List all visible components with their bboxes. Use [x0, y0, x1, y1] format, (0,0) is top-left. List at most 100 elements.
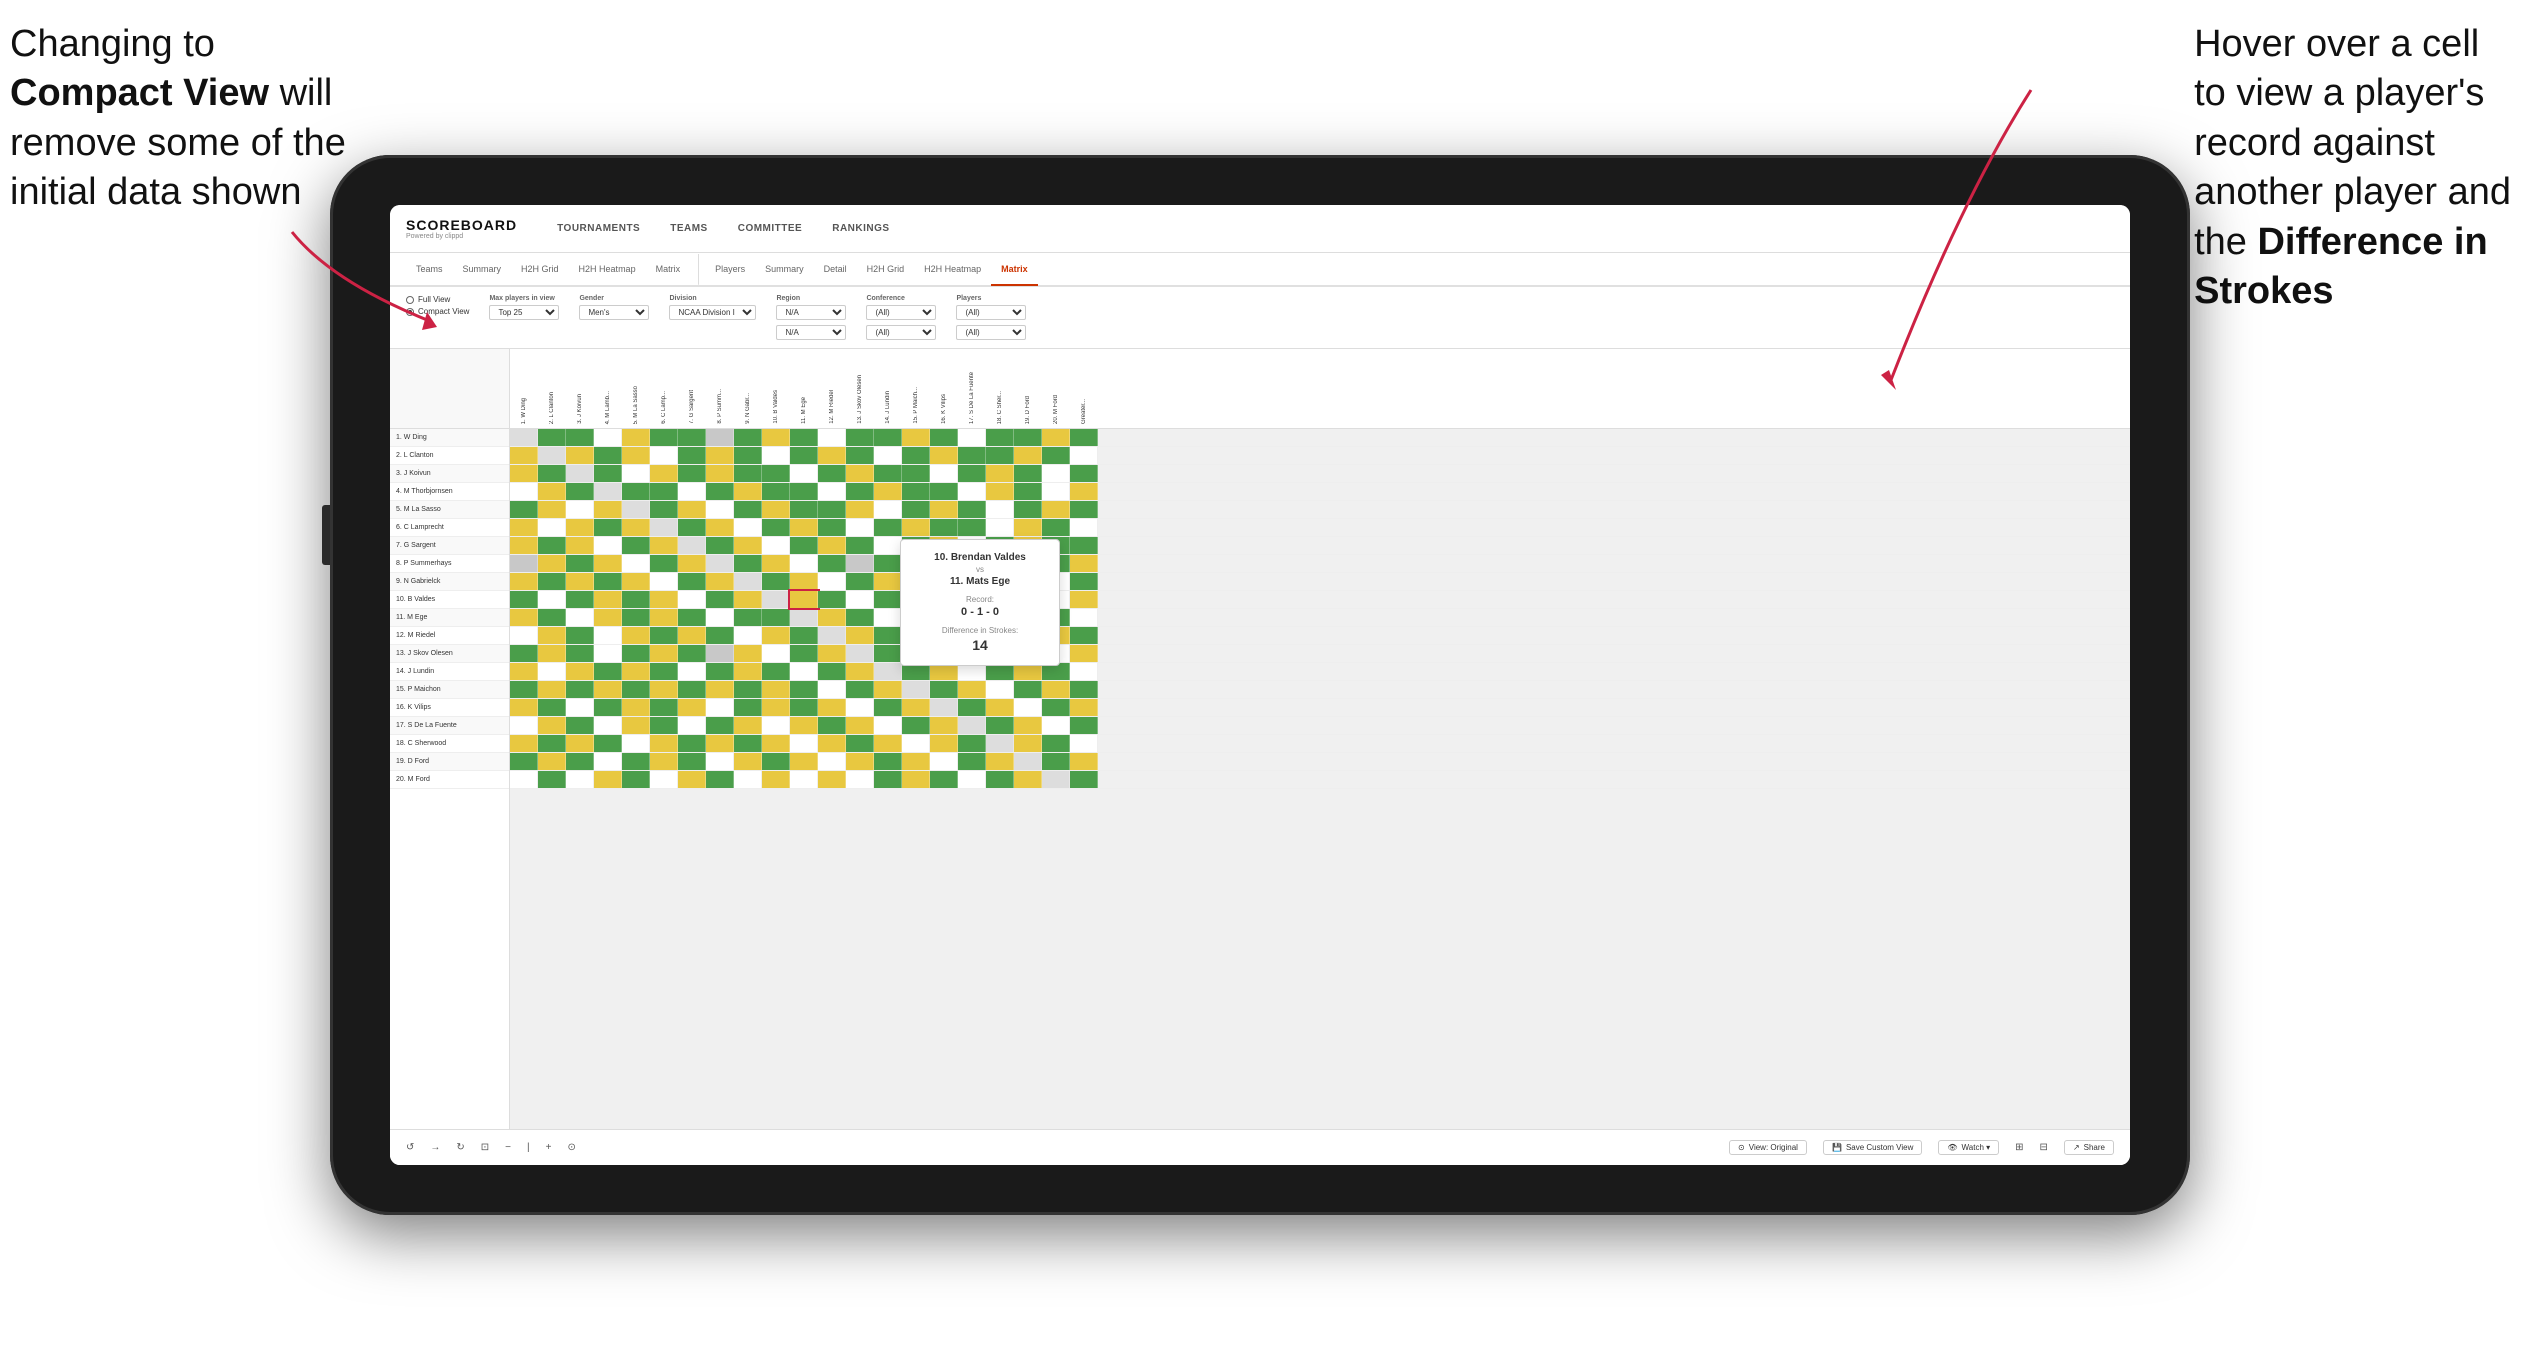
grid-cell[interactable]: [538, 699, 566, 716]
grid-cell[interactable]: [678, 501, 706, 518]
grid-cell[interactable]: [1070, 753, 1098, 770]
grid-cell[interactable]: [1014, 501, 1042, 518]
grid-cell[interactable]: [818, 753, 846, 770]
grid-cell[interactable]: [1042, 753, 1070, 770]
gender-select[interactable]: Men's: [579, 305, 649, 320]
grid-cell[interactable]: [510, 771, 538, 788]
nav-teams[interactable]: TEAMS: [670, 221, 708, 236]
grid-cell-diag[interactable]: [818, 627, 846, 644]
grid-cell[interactable]: [930, 465, 958, 482]
grid-cell[interactable]: [874, 537, 902, 554]
grid-cell[interactable]: [818, 501, 846, 518]
grid-cell[interactable]: [650, 699, 678, 716]
grid-cell[interactable]: [818, 465, 846, 482]
grid-cell[interactable]: [538, 429, 566, 446]
grid-cell[interactable]: [566, 573, 594, 590]
grid-cell[interactable]: [706, 483, 734, 500]
grid-cell[interactable]: [650, 447, 678, 464]
grid-cell[interactable]: [1014, 447, 1042, 464]
grid-cell[interactable]: [510, 609, 538, 626]
grid-cell[interactable]: [538, 609, 566, 626]
nav-committee[interactable]: COMMITTEE: [738, 221, 803, 236]
grid-cell[interactable]: [790, 717, 818, 734]
grid-cell[interactable]: [594, 645, 622, 662]
grid-cell[interactable]: [510, 717, 538, 734]
grid-cell[interactable]: [1070, 681, 1098, 698]
grid-cell[interactable]: [986, 483, 1014, 500]
grid-cell[interactable]: [1070, 447, 1098, 464]
grid-cell[interactable]: [538, 573, 566, 590]
grid-cell[interactable]: [790, 573, 818, 590]
grid-cell[interactable]: [678, 717, 706, 734]
grid-cell[interactable]: [1014, 465, 1042, 482]
grid-cell[interactable]: [594, 699, 622, 716]
grid-cell[interactable]: [650, 555, 678, 572]
grid-cell[interactable]: [762, 519, 790, 536]
grid-cell[interactable]: [734, 681, 762, 698]
grid-cell[interactable]: [1070, 537, 1098, 554]
grid-cell[interactable]: [1042, 501, 1070, 518]
grid-cell[interactable]: [958, 465, 986, 482]
grid-cell[interactable]: [1042, 735, 1070, 752]
conference-select[interactable]: (All): [866, 305, 936, 320]
grid-cell[interactable]: [958, 519, 986, 536]
grid-cell[interactable]: [1070, 483, 1098, 500]
grid-cell[interactable]: [986, 681, 1014, 698]
grid-cell[interactable]: [846, 429, 874, 446]
tab-h2h-grid-1[interactable]: H2H Grid: [511, 254, 569, 286]
grid-cell[interactable]: [594, 537, 622, 554]
tab-h2h-grid-2[interactable]: H2H Grid: [857, 254, 915, 286]
grid-cell[interactable]: [734, 663, 762, 680]
grid-cell[interactable]: [874, 735, 902, 752]
grid-cell[interactable]: [678, 591, 706, 608]
grid-cell[interactable]: [818, 519, 846, 536]
grid-cell[interactable]: [734, 699, 762, 716]
grid-cell[interactable]: [594, 429, 622, 446]
grid-cell[interactable]: [734, 753, 762, 770]
grid-cell-diag[interactable]: [594, 483, 622, 500]
grid-cell[interactable]: [1042, 483, 1070, 500]
grid-cell[interactable]: [510, 645, 538, 662]
grid-cell[interactable]: [790, 429, 818, 446]
grid-cell[interactable]: [790, 465, 818, 482]
grid-cell[interactable]: [594, 609, 622, 626]
grid-cell[interactable]: [902, 753, 930, 770]
grid-cell[interactable]: [650, 717, 678, 734]
grid-cell[interactable]: [790, 555, 818, 572]
grid-cell[interactable]: [762, 483, 790, 500]
grid-cell[interactable]: [790, 501, 818, 518]
grid-cell[interactable]: [902, 429, 930, 446]
grid-cell[interactable]: [846, 465, 874, 482]
grid-cell[interactable]: [510, 447, 538, 464]
grid-cell[interactable]: [930, 681, 958, 698]
nav-rankings[interactable]: RANKINGS: [832, 221, 889, 236]
grid-cell[interactable]: [818, 645, 846, 662]
grid-cell-diag[interactable]: [678, 537, 706, 554]
grid-cell[interactable]: [566, 771, 594, 788]
grid-cell[interactable]: [818, 681, 846, 698]
grid-cell[interactable]: [790, 627, 818, 644]
grid-cell[interactable]: [594, 717, 622, 734]
grid-cell[interactable]: [1014, 519, 1042, 536]
grid-cell[interactable]: [566, 537, 594, 554]
grid-cell[interactable]: [930, 483, 958, 500]
grid-cell-diag[interactable]: [846, 645, 874, 662]
grid-cell[interactable]: [650, 681, 678, 698]
grid-cell[interactable]: [762, 645, 790, 662]
grid-cell[interactable]: [622, 555, 650, 572]
grid-cell[interactable]: [566, 447, 594, 464]
grid-cell[interactable]: [706, 627, 734, 644]
grid-cell[interactable]: [1070, 609, 1098, 626]
grid-cell[interactable]: [902, 519, 930, 536]
grid-cell[interactable]: [510, 573, 538, 590]
grid-cell[interactable]: [958, 681, 986, 698]
grid-cell[interactable]: [566, 591, 594, 608]
grid-cell[interactable]: [1070, 699, 1098, 716]
grid-cell[interactable]: [594, 447, 622, 464]
grid-cell[interactable]: [874, 465, 902, 482]
grid-cell[interactable]: [622, 447, 650, 464]
grid-cell-diag[interactable]: [902, 681, 930, 698]
grid-cell[interactable]: [622, 465, 650, 482]
grid-cell[interactable]: [594, 771, 622, 788]
grid-cell[interactable]: [986, 771, 1014, 788]
